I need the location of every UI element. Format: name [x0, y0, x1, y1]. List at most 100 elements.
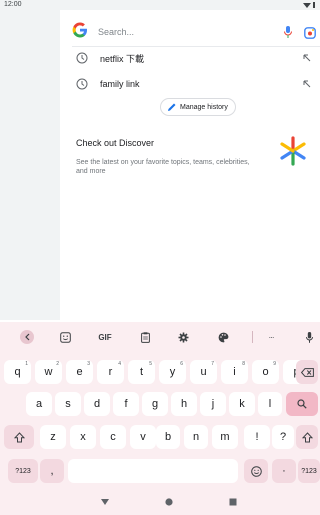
- key-s[interactable]: s: [55, 392, 81, 416]
- key-b[interactable]: b: [156, 425, 180, 449]
- fill-query-arrow-icon[interactable]: [302, 79, 312, 89]
- key-hint: 3: [87, 361, 90, 367]
- back-triangle-icon[interactable]: [100, 497, 110, 507]
- key-r[interactable]: r4: [97, 360, 124, 384]
- key-i[interactable]: i8: [221, 360, 248, 384]
- key-hint: 7: [211, 361, 214, 367]
- navigation-bar: [0, 492, 320, 515]
- backspace-icon: [300, 367, 314, 377]
- theme-button[interactable]: [214, 328, 232, 346]
- symbols-key[interactable]: ?123: [8, 459, 38, 483]
- key-o[interactable]: o9: [252, 360, 279, 384]
- key-w[interactable]: w2: [35, 360, 62, 384]
- emoji-sticker-button[interactable]: [56, 328, 74, 346]
- key-g[interactable]: g: [142, 392, 168, 416]
- settings-button[interactable]: [174, 328, 192, 346]
- fill-query-arrow-icon[interactable]: [302, 53, 312, 63]
- keyboard-back-button[interactable]: [18, 328, 36, 346]
- discover-description: See the latest on your favorite topics, …: [76, 159, 250, 175]
- shift-key[interactable]: [4, 425, 34, 449]
- comma-key[interactable]: ,: [40, 459, 64, 483]
- key-d[interactable]: d: [84, 392, 110, 416]
- key-t[interactable]: t5: [128, 360, 155, 384]
- key-label: t: [139, 366, 144, 378]
- sticker-icon: [59, 331, 71, 343]
- search-divider: [72, 46, 320, 47]
- key-label: u: [200, 366, 207, 378]
- key-l[interactable]: l: [258, 392, 282, 416]
- key-hint: 8: [242, 361, 245, 367]
- history-clock-icon: [76, 78, 88, 90]
- key-q[interactable]: q1: [4, 360, 31, 384]
- emoji-icon: [250, 465, 262, 477]
- shift-key-right[interactable]: [296, 425, 318, 449]
- history-item-label: family link: [100, 79, 140, 89]
- manage-history-label: Manage history: [180, 103, 228, 111]
- key-e[interactable]: e3: [66, 360, 93, 384]
- emoji-key[interactable]: [244, 459, 268, 483]
- key-hint: 9: [273, 361, 276, 367]
- google-logo-icon: [72, 22, 90, 43]
- key-label: e: [76, 366, 83, 378]
- key-question[interactable]: ?: [272, 425, 294, 449]
- home-circle-icon[interactable]: [164, 497, 174, 507]
- keyboard: GIF ··· q 1 w 2 e 3 r 4 t 5 y 6 u 7 i 8 …: [0, 322, 320, 515]
- manage-history-button[interactable]: Manage history: [160, 98, 236, 116]
- lens-icon[interactable]: [304, 26, 316, 39]
- recents-square-icon[interactable]: [228, 497, 238, 507]
- key-k[interactable]: k: [229, 392, 255, 416]
- key-c[interactable]: c: [100, 425, 126, 449]
- gif-button[interactable]: GIF: [94, 328, 116, 346]
- key-label: o: [262, 366, 269, 378]
- key-hint: 6: [180, 361, 183, 367]
- left-pane: [0, 10, 60, 320]
- space-key[interactable]: [68, 459, 238, 483]
- key-x[interactable]: x: [70, 425, 96, 449]
- mic-icon: [305, 331, 313, 343]
- key-hint: 5: [149, 361, 152, 367]
- clipboard-icon: [140, 331, 150, 343]
- key-j[interactable]: j: [200, 392, 226, 416]
- key-n[interactable]: n: [184, 425, 208, 449]
- status-time: 12:00: [4, 1, 22, 8]
- key-z[interactable]: z: [40, 425, 66, 449]
- mic-icon[interactable]: [282, 26, 294, 38]
- palette-icon: [218, 332, 228, 342]
- key-label: w: [44, 366, 53, 378]
- clipboard-button[interactable]: [136, 328, 154, 346]
- key-a[interactable]: a: [26, 392, 52, 416]
- history-item[interactable]: family link: [76, 74, 320, 94]
- search-input[interactable]: Search...: [98, 27, 282, 37]
- key-m[interactable]: m: [212, 425, 238, 449]
- discover-title: Check out Discover: [76, 138, 155, 148]
- period-key[interactable]: ·: [272, 459, 296, 483]
- gear-icon: [178, 332, 188, 342]
- keyboard-mic-button[interactable]: [302, 328, 316, 346]
- search-icon: [297, 399, 307, 409]
- status-bar: 12:00: [0, 0, 320, 10]
- search-key[interactable]: [286, 392, 318, 416]
- symbols-key-right[interactable]: ?123: [298, 459, 320, 483]
- key-label: y: [169, 366, 176, 378]
- key-y[interactable]: y6: [159, 360, 186, 384]
- toolbar-divider: [252, 331, 253, 343]
- shift-icon: [301, 431, 313, 442]
- wifi-battery-icon: [303, 2, 315, 8]
- shift-icon: [13, 431, 25, 442]
- key-exclamation[interactable]: !: [244, 425, 270, 449]
- pencil-icon: [168, 103, 176, 111]
- key-f[interactable]: f: [113, 392, 139, 416]
- key-h[interactable]: h: [171, 392, 197, 416]
- backspace-key[interactable]: [296, 360, 318, 384]
- key-u[interactable]: u7: [190, 360, 217, 384]
- search-bar[interactable]: Search...: [72, 20, 320, 44]
- history-item[interactable]: netflix 下載: [76, 48, 320, 68]
- keyboard-toolbar: GIF ···: [0, 322, 320, 352]
- key-v[interactable]: v: [130, 425, 156, 449]
- discover-pinwheel-icon: [280, 136, 306, 166]
- key-hint: 2: [56, 361, 59, 367]
- key-hint: 4: [118, 361, 121, 367]
- history-item-label: netflix 下載: [100, 53, 145, 64]
- key-label: r: [108, 366, 113, 378]
- more-options-button[interactable]: ···: [262, 328, 280, 346]
